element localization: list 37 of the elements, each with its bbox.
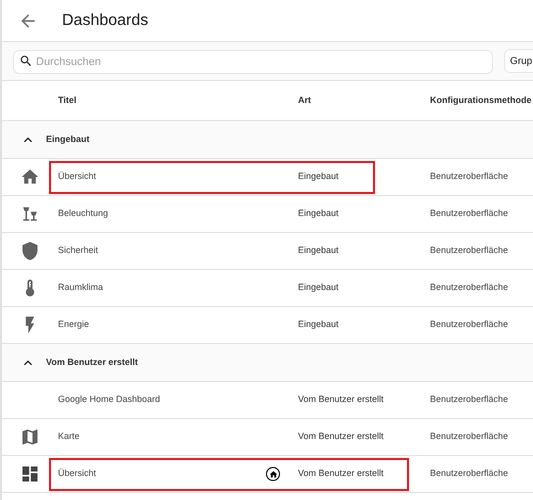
- title-cell-text: Beleuchtung: [58, 207, 108, 220]
- group-button[interactable]: Grup: [504, 49, 533, 73]
- search-field[interactable]: Durchsuchen: [13, 50, 493, 74]
- title-cell-text: Karte: [58, 430, 80, 444]
- method-cell-text: Benutzeroberfläche: [430, 170, 510, 184]
- shield-icon: [20, 241, 40, 261]
- method-cell-text: Benutzeroberfläche: [430, 318, 510, 332]
- search-icon: [19, 54, 33, 68]
- type-cell-text: Eingebaut: [298, 207, 340, 220]
- column-header[interactable]: Konfigurationsmethode: [430, 94, 533, 108]
- page-title: Dashboards: [62, 10, 148, 30]
- type-cell-text: Vom Benutzer erstellt: [298, 430, 385, 444]
- type-cell-text: Eingebaut: [298, 281, 340, 294]
- column-header[interactable]: Titel: [58, 94, 298, 108]
- title-cell-text: Übersicht: [58, 467, 96, 480]
- title-cell-text: Google Home Dashboard: [58, 393, 160, 406]
- lamp-icon: [21, 205, 39, 223]
- type-cell-text: Eingebaut: [298, 318, 340, 332]
- dashboard-icon: [20, 464, 40, 484]
- type-cell-text: Vom Benutzer erstellt: [298, 393, 385, 406]
- group-label: Vom Benutzer erstellt: [46, 356, 138, 369]
- title-cell-text: Übersicht: [58, 170, 96, 184]
- title-cell-text: Sicherheit: [58, 244, 98, 258]
- method-cell-text: Benutzeroberfläche: [430, 467, 510, 480]
- title-cell-text: Energie: [58, 318, 90, 332]
- title-cell-text: Raumklima: [58, 281, 104, 294]
- method-cell-text: Benutzeroberfläche: [430, 207, 510, 220]
- type-cell-text: Vom Benutzer erstellt: [298, 467, 385, 480]
- method-cell-text: Benutzeroberfläche: [430, 281, 510, 294]
- type-cell-text: Eingebaut: [298, 244, 340, 258]
- method-cell-text: Benutzeroberfläche: [430, 430, 510, 444]
- type-cell-text: Eingebaut: [298, 170, 340, 184]
- method-cell-text: Benutzeroberfläche: [430, 393, 510, 406]
- group-label: Eingebaut: [46, 132, 90, 146]
- map-icon: [20, 427, 40, 447]
- column-header[interactable]: Art: [298, 94, 430, 108]
- method-cell-text: Benutzeroberfläche: [430, 244, 510, 258]
